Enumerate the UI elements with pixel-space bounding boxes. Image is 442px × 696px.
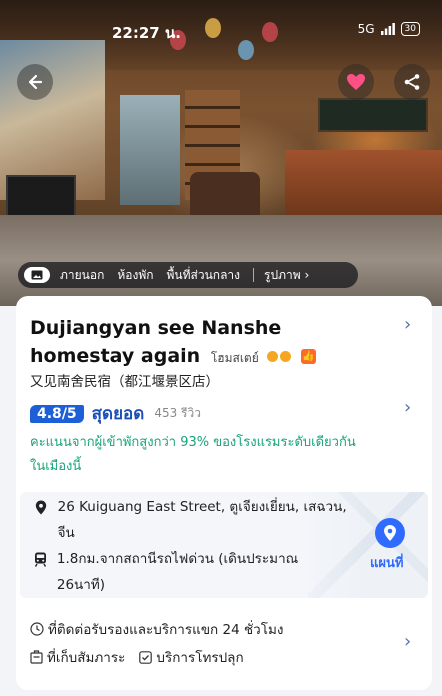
hotel-title-block[interactable]: Dujiangyan see Nanshe homestay again โฮม… bbox=[30, 314, 380, 372]
photo-menu-board bbox=[318, 98, 428, 132]
location-pin-icon bbox=[32, 494, 50, 515]
photo-lantern bbox=[205, 18, 221, 38]
amenity-wakeup-label: บริการโทรปลุก bbox=[156, 650, 244, 666]
chevron-right-icon[interactable]: › bbox=[404, 631, 411, 652]
thumbs-up-icon: 👍 bbox=[301, 349, 316, 364]
chevron-right-icon[interactable]: › bbox=[404, 397, 411, 418]
gallery-icon[interactable] bbox=[24, 267, 50, 283]
rating-max: /5 bbox=[61, 405, 77, 422]
chevron-right-icon: › bbox=[300, 267, 310, 282]
amenity-luggage-label: ที่เก็บสัมภาระ bbox=[47, 650, 126, 666]
luggage-icon bbox=[30, 650, 43, 664]
photo-door bbox=[120, 95, 180, 205]
tab-common-areas-label: พื้นที่ส่วนกลาง bbox=[166, 267, 241, 282]
hotel-type-label: โฮมสเตย์ bbox=[210, 351, 259, 365]
train-icon bbox=[32, 546, 49, 567]
rating-dot-icon bbox=[280, 351, 292, 362]
network-indicator: 5G bbox=[357, 22, 375, 36]
hotel-local-name: 又见南舍民宿（都江堰景区店） bbox=[30, 374, 219, 390]
status-time: 22:27 น. bbox=[112, 24, 181, 42]
battery-icon: 30 bbox=[400, 22, 420, 36]
rating-label: สุดยอด bbox=[91, 404, 145, 424]
photo-bar-counter bbox=[285, 150, 442, 220]
amenity-wakeup: บริการโทรปลุก bbox=[139, 646, 244, 668]
share-button[interactable] bbox=[394, 64, 430, 100]
tabs-divider bbox=[253, 268, 255, 282]
photo-category-tabs: ภายนอก ห้องพัก พื้นที่ส่วนกลาง รูปภาพ › bbox=[18, 262, 358, 288]
chevron-right-icon[interactable]: › bbox=[404, 314, 411, 335]
tab-common-areas[interactable]: พื้นที่ส่วนกลาง bbox=[167, 266, 241, 285]
review-count[interactable]: 453 รีวิว bbox=[154, 404, 201, 423]
photo-tv bbox=[6, 175, 76, 217]
heart-icon bbox=[347, 74, 365, 90]
rating-score-badge: 4.8/5 bbox=[30, 404, 84, 423]
tab-all-photos[interactable]: รูปภาพ › bbox=[264, 266, 309, 285]
rating-description: คะแนนจากผู้เข้าพักสูงกว่า 93% ของโรงแรมร… bbox=[30, 435, 356, 474]
address-row: 26 Kuiguang East Street, ตูเจียงเยี่ยน, … bbox=[32, 494, 362, 546]
tab-rooms[interactable]: ห้องพัก bbox=[117, 266, 153, 285]
status-icons: 5G 30 bbox=[358, 22, 420, 36]
back-arrow-icon bbox=[28, 74, 43, 90]
favorite-button[interactable] bbox=[338, 64, 374, 100]
map-pin-icon[interactable] bbox=[375, 518, 405, 548]
photo-floor bbox=[0, 215, 442, 306]
rating-summary[interactable]: 4.8/5 สุดยอด 453 รีวิว bbox=[30, 400, 201, 427]
hotel-photo[interactable] bbox=[0, 0, 442, 306]
tab-all-photos-label: รูปภาพ bbox=[264, 267, 301, 282]
diamond-rating bbox=[267, 351, 292, 362]
location-section[interactable]: แผนที่ 26 Kuiguang East Street, ตูเจียงเ… bbox=[20, 492, 428, 598]
amenity-row: ที่เก็บสัมภาระ บริการโทรปลุก bbox=[30, 646, 244, 668]
amenity-luggage: ที่เก็บสัมภาระ bbox=[30, 646, 125, 668]
rating-score: 4.8 bbox=[37, 405, 62, 422]
tab-exterior[interactable]: ภายนอก bbox=[60, 266, 104, 285]
transit-row: 1.8กม.จากสถานีรถไฟด่วน (เดินประมาณ 26นาท… bbox=[32, 546, 332, 598]
photo-lantern bbox=[238, 40, 254, 60]
checkmark-icon bbox=[139, 650, 153, 664]
amenity-front-desk-label: ที่ติดต่อรับรองและบริการแขก 24 ชั่วโมง bbox=[48, 622, 284, 638]
hotel-info-card: Dujiangyan see Nanshe homestay again โฮม… bbox=[16, 296, 432, 690]
map-label[interactable]: แผนที่ bbox=[370, 552, 403, 573]
share-icon bbox=[404, 74, 420, 90]
signal-icon bbox=[380, 23, 395, 35]
rating-dot-icon bbox=[267, 351, 279, 362]
photo-lantern bbox=[262, 22, 278, 42]
transit-text: 1.8กม.จากสถานีรถไฟด่วน (เดินประมาณ 26นาท… bbox=[56, 551, 299, 593]
address-text: 26 Kuiguang East Street, ตูเจียงเยี่ยน, … bbox=[57, 499, 347, 541]
back-button[interactable] bbox=[17, 64, 53, 100]
amenity-front-desk: ที่ติดต่อรับรองและบริการแขก 24 ชั่วโมง bbox=[30, 618, 283, 640]
reception-icon bbox=[30, 622, 44, 636]
